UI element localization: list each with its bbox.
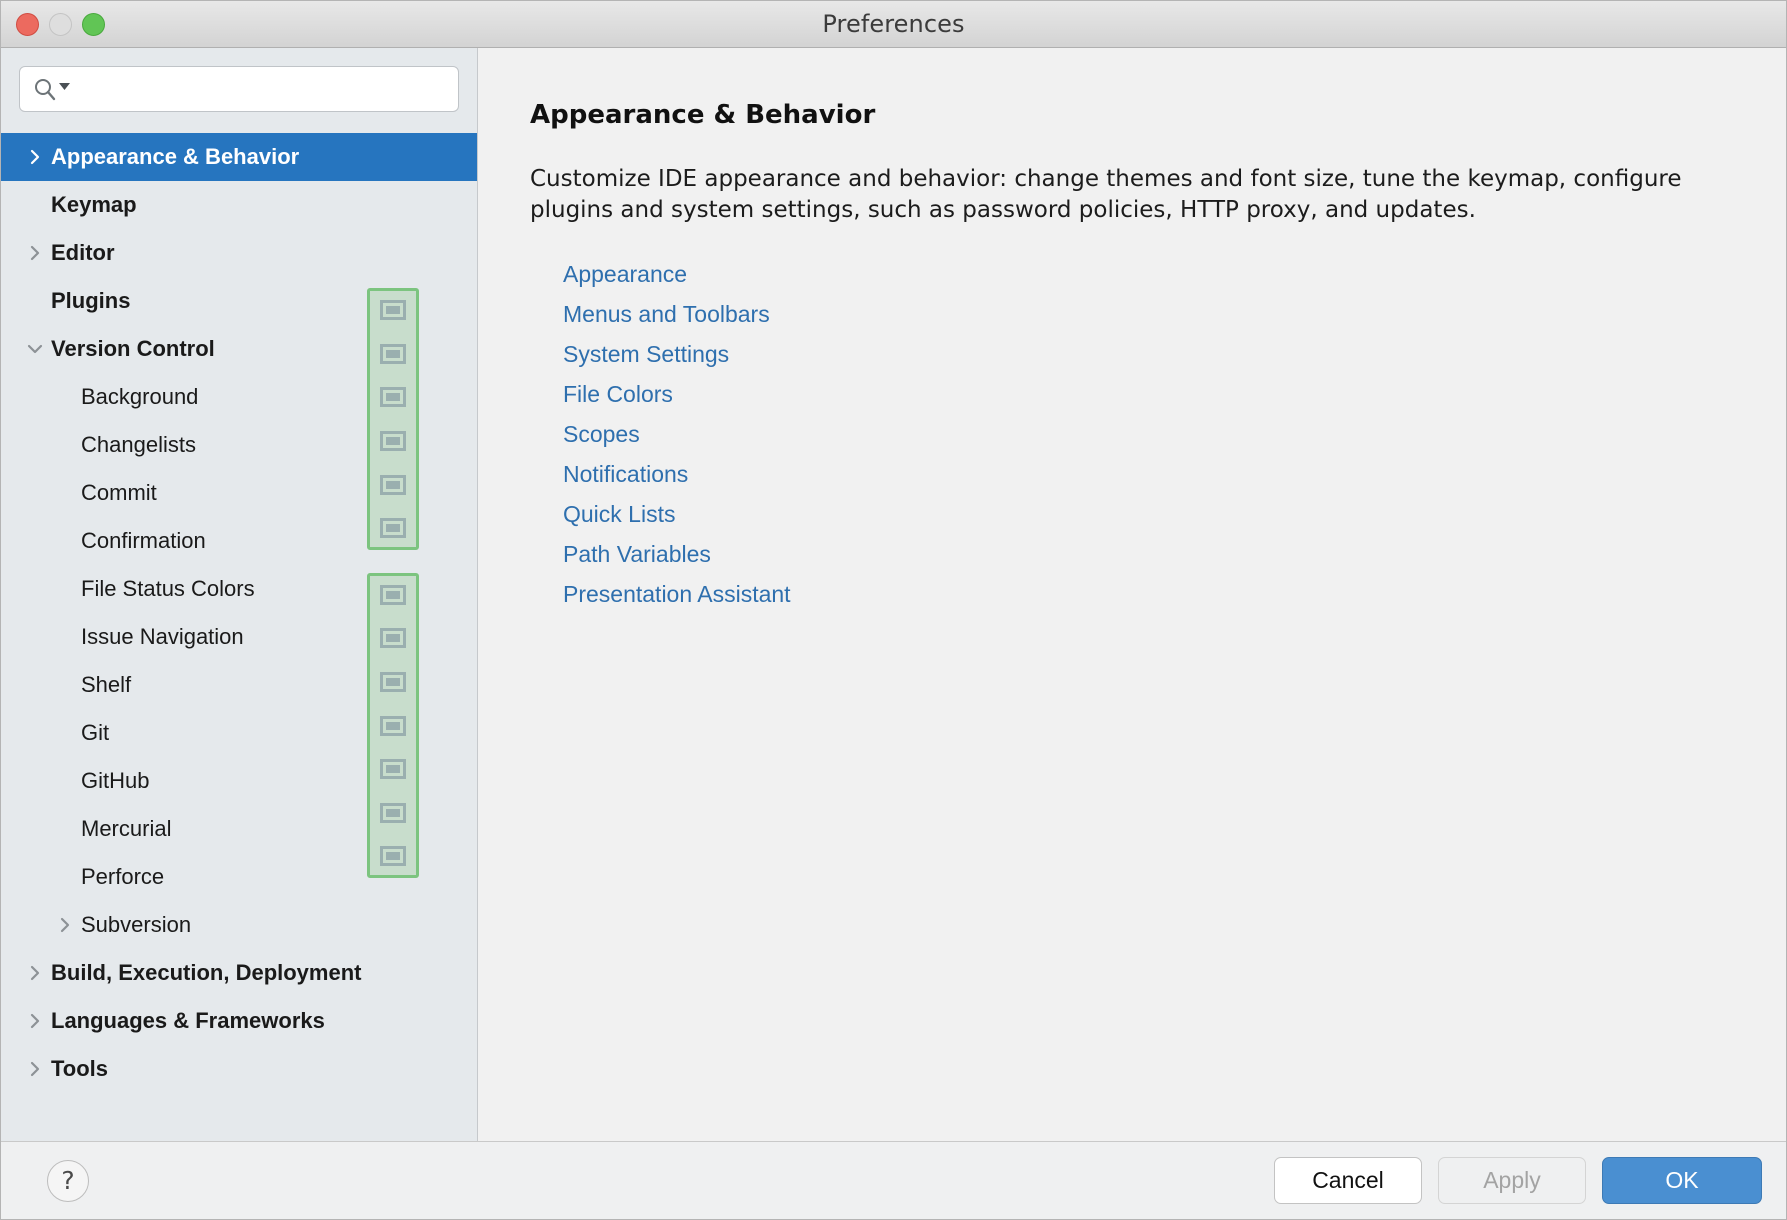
sidebar-item-keymap[interactable]: Keymap: [1, 181, 477, 229]
sidebar-item-label: Background: [81, 386, 198, 408]
sidebar-item-label: Keymap: [51, 194, 137, 216]
window-panel-icon-fill: [386, 437, 400, 445]
window-panel-icon[interactable]: [380, 759, 406, 779]
sidebar-item-label: Changelists: [81, 434, 196, 456]
sidebar-item-label: Confirmation: [81, 530, 206, 552]
window-panel-icon[interactable]: [380, 300, 406, 320]
sidebar-item-label: Perforce: [81, 866, 164, 888]
window-panel-icon[interactable]: [380, 518, 406, 538]
search-icon[interactable]: [32, 76, 71, 102]
link-scopes[interactable]: Scopes: [563, 414, 640, 454]
link-file-colors[interactable]: File Colors: [563, 374, 673, 414]
title-bar: Preferences: [1, 1, 1786, 48]
minimize-window-button[interactable]: [49, 13, 72, 36]
window-panel-icon-fill: [386, 722, 400, 730]
settings-detail-panel: Appearance & Behavior Customize IDE appe…: [478, 48, 1786, 1141]
sidebar-item-label: Mercurial: [81, 818, 171, 840]
window-panel-icon[interactable]: [380, 803, 406, 823]
chevron-down-icon[interactable]: [23, 337, 47, 361]
sidebar-item-label: GitHub: [81, 770, 149, 792]
window-panel-icon-fill: [386, 524, 400, 532]
sidebar-item-languages-frameworks[interactable]: Languages & Frameworks: [1, 997, 477, 1045]
link-presentation-assistant[interactable]: Presentation Assistant: [563, 574, 791, 614]
window-panel-icon[interactable]: [380, 716, 406, 736]
sidebar-item-label: Tools: [51, 1058, 108, 1080]
subsection-link-list: AppearanceMenus and ToolbarsSystem Setti…: [530, 254, 1786, 614]
chevron-down-icon[interactable]: [59, 82, 71, 92]
window-panel-icon-fill: [386, 765, 400, 773]
close-window-button[interactable]: [16, 13, 39, 36]
settings-tree: Appearance & Behavior Keymap Editor Plugins…: [1, 133, 477, 1093]
window-title: Preferences: [822, 10, 964, 38]
sidebar-item-label: Languages & Frameworks: [51, 1010, 325, 1032]
sidebar-item-editor[interactable]: Editor: [1, 229, 477, 277]
sidebar-item-label: File Status Colors: [81, 578, 255, 600]
window-panel-icon[interactable]: [380, 628, 406, 648]
window-panel-icon[interactable]: [380, 585, 406, 605]
sidebar-item-label: Shelf: [81, 674, 131, 696]
cancel-button[interactable]: Cancel: [1274, 1157, 1422, 1204]
apply-button[interactable]: Apply: [1438, 1157, 1586, 1204]
sidebar-item-label: Issue Navigation: [81, 626, 244, 648]
sidebar-item-label: Editor: [51, 242, 115, 264]
chevron-right-icon[interactable]: [23, 241, 47, 265]
window-panel-icon-fill: [386, 591, 400, 599]
sidebar-item-subversion[interactable]: Subversion: [1, 901, 477, 949]
sidebar-item-label: Plugins: [51, 290, 130, 312]
preferences-window: Preferences: [0, 0, 1787, 1220]
chevron-right-icon[interactable]: [53, 913, 77, 937]
window-panel-icon-fill: [386, 809, 400, 817]
window-panel-icon-fill: [386, 678, 400, 686]
window-panel-icon[interactable]: [380, 672, 406, 692]
link-appearance[interactable]: Appearance: [563, 254, 687, 294]
link-system-settings[interactable]: System Settings: [563, 334, 729, 374]
chevron-right-icon[interactable]: [23, 961, 47, 985]
window-panel-icon[interactable]: [380, 431, 406, 451]
window-panel-icon[interactable]: [380, 387, 406, 407]
traffic-light-group: [16, 1, 105, 47]
link-path-variables[interactable]: Path Variables: [563, 534, 711, 574]
sidebar-item-label: Commit: [81, 482, 157, 504]
sidebar-item-build-execution-deployment[interactable]: Build, Execution, Deployment: [1, 949, 477, 997]
window-panel-icon-fill: [386, 634, 400, 642]
window-panel-icon-fill: [386, 481, 400, 489]
chevron-right-icon[interactable]: [23, 1009, 47, 1033]
sidebar-item-label: Subversion: [81, 914, 191, 936]
window-panel-icon-fill: [386, 393, 400, 401]
chevron-right-icon[interactable]: [23, 1057, 47, 1081]
link-quick-lists[interactable]: Quick Lists: [563, 494, 675, 534]
chevron-right-icon[interactable]: [23, 145, 47, 169]
dialog-footer: ? Cancel Apply OK: [1, 1141, 1786, 1219]
window-panel-icon[interactable]: [380, 344, 406, 364]
window-panel-icon[interactable]: [380, 846, 406, 866]
zoom-window-button[interactable]: [82, 13, 105, 36]
link-notifications[interactable]: Notifications: [563, 454, 688, 494]
dialog-body: Appearance & Behavior Keymap Editor Plugins…: [1, 48, 1786, 1141]
search-box[interactable]: [19, 66, 459, 112]
sidebar-item-label: Git: [81, 722, 109, 744]
page-description: Customize IDE appearance and behavior: c…: [530, 164, 1710, 226]
sidebar-item-label: Version Control: [51, 338, 215, 360]
search-input[interactable]: [77, 67, 446, 111]
sidebar-item-label: Build, Execution, Deployment: [51, 962, 361, 984]
sidebar-item-tools[interactable]: Tools: [1, 1045, 477, 1093]
window-panel-icon-fill: [386, 306, 400, 314]
window-panel-icon-fill: [386, 350, 400, 358]
settings-sidebar: Appearance & Behavior Keymap Editor Plugins…: [1, 48, 478, 1141]
help-button[interactable]: ?: [47, 1160, 89, 1202]
window-panel-icon-fill: [386, 852, 400, 860]
ok-button[interactable]: OK: [1602, 1157, 1762, 1204]
search-area: [1, 48, 477, 112]
link-menus-and-toolbars[interactable]: Menus and Toolbars: [563, 294, 770, 334]
sidebar-item-appearance-behavior[interactable]: Appearance & Behavior: [1, 133, 477, 181]
page-title: Appearance & Behavior: [530, 100, 1786, 130]
window-panel-icon[interactable]: [380, 475, 406, 495]
magnifier-glyph: [32, 76, 58, 102]
sidebar-item-label: Appearance & Behavior: [51, 146, 299, 168]
